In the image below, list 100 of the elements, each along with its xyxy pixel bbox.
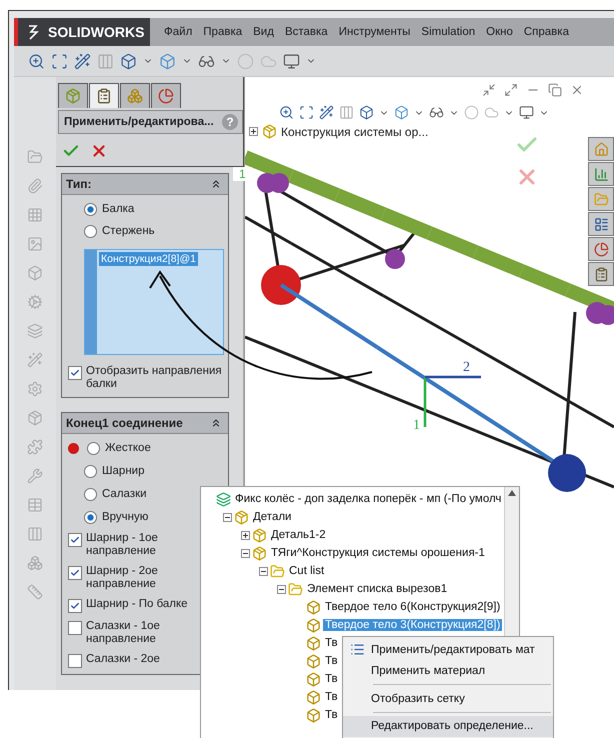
tree-item[interactable]: Конструкция системы ор... bbox=[281, 124, 428, 138]
beam bbox=[334, 188, 386, 220]
panel-tab[interactable] bbox=[58, 83, 88, 108]
monitor-icon[interactable] bbox=[519, 105, 534, 120]
tree-item[interactable]: Тв bbox=[323, 691, 340, 703]
checkmark-icon bbox=[70, 368, 80, 378]
checkbox[interactable] bbox=[68, 599, 82, 613]
expander-icon[interactable] bbox=[259, 566, 268, 576]
radio-button[interactable] bbox=[84, 224, 97, 238]
zoom-area-icon[interactable] bbox=[51, 52, 68, 70]
strut bbox=[428, 320, 476, 350]
paperclip-icon[interactable] bbox=[27, 178, 43, 194]
columns-icon[interactable] bbox=[339, 105, 354, 120]
beam bbox=[472, 246, 524, 278]
tile-right-icon[interactable] bbox=[504, 83, 518, 97]
node-sphere bbox=[261, 265, 301, 305]
menu-item[interactable]: Отобразить сетку bbox=[343, 688, 553, 710]
menu-item[interactable]: Инструменты bbox=[338, 26, 410, 38]
menu-item[interactable]: Применить/редактировать мат bbox=[343, 639, 553, 660]
zoom-icon[interactable] bbox=[279, 105, 294, 120]
tree-item[interactable]: Тв bbox=[323, 637, 340, 649]
tree-item[interactable]: Тв bbox=[323, 673, 340, 685]
feature-tab-icon bbox=[65, 88, 81, 104]
wand-icon[interactable] bbox=[319, 105, 334, 120]
tree-item[interactable]: Элемент списка вырезов1 bbox=[305, 583, 450, 595]
expander-icon[interactable] bbox=[241, 548, 250, 558]
folder-button[interactable] bbox=[588, 187, 614, 211]
tree-item[interactable]: Детали bbox=[251, 511, 294, 523]
zoom-icon[interactable] bbox=[28, 52, 45, 70]
checkbox-label: Шарнир - 2ое направление bbox=[86, 565, 159, 591]
panel-tab[interactable] bbox=[89, 83, 119, 108]
close-icon[interactable] bbox=[570, 83, 584, 97]
radio-button[interactable] bbox=[84, 510, 97, 524]
menu-item[interactable]: Правка bbox=[203, 26, 242, 38]
clipboard-button[interactable] bbox=[588, 262, 614, 286]
strut bbox=[475, 429, 522, 451]
beam bbox=[245, 150, 294, 182]
collapse-icon[interactable] bbox=[210, 417, 222, 429]
menu-item[interactable]: Справка bbox=[524, 26, 569, 38]
radio-label: Шарнир bbox=[102, 465, 145, 477]
zoom-area-icon[interactable] bbox=[299, 105, 314, 120]
radio-button[interactable] bbox=[84, 202, 97, 216]
glasses-icon[interactable] bbox=[429, 105, 444, 120]
expander-icon[interactable] bbox=[277, 584, 286, 594]
body-icon bbox=[306, 654, 321, 668]
menu-item[interactable]: Simulation bbox=[421, 26, 476, 38]
scroll-up-icon[interactable] bbox=[508, 490, 516, 496]
tree-item[interactable]: Тв bbox=[323, 655, 340, 667]
monitor-icon[interactable] bbox=[283, 52, 300, 70]
folder-icon bbox=[288, 582, 303, 596]
chart-button[interactable] bbox=[588, 162, 614, 186]
checkbox[interactable] bbox=[68, 533, 82, 547]
tree-item[interactable]: Твердое тело 6(Конструкция2[9]) bbox=[323, 601, 502, 613]
menu-item[interactable]: Вставка bbox=[284, 26, 328, 38]
menu-item[interactable]: Вид bbox=[253, 26, 274, 38]
checkbox[interactable] bbox=[68, 566, 82, 580]
menu-item[interactable]: Окно bbox=[486, 26, 513, 38]
radio-label: Стержень bbox=[102, 225, 155, 237]
tree-item[interactable]: Тв bbox=[323, 709, 340, 721]
panel-tab[interactable] bbox=[120, 83, 150, 108]
menu-item[interactable]: Файл bbox=[164, 26, 192, 38]
strut bbox=[312, 209, 356, 235]
box-icon[interactable] bbox=[394, 105, 409, 120]
tree-item[interactable]: ТЯги^Конструкция системы орошения-1 bbox=[269, 547, 487, 559]
strut bbox=[382, 294, 430, 324]
body-icon bbox=[306, 672, 321, 686]
folder-icon bbox=[270, 564, 285, 578]
checkbox-label: Отобразить направления балки bbox=[86, 365, 223, 391]
layout-button[interactable] bbox=[588, 212, 614, 236]
radio-button[interactable] bbox=[84, 464, 97, 478]
strut bbox=[245, 336, 292, 358]
box-icon[interactable] bbox=[359, 105, 374, 120]
restore-icon[interactable] bbox=[548, 83, 562, 97]
tile-left-icon[interactable] bbox=[482, 83, 496, 97]
box-icon[interactable] bbox=[120, 52, 137, 70]
wand-icon[interactable] bbox=[74, 52, 91, 70]
collapse-icon[interactable] bbox=[210, 178, 222, 190]
part-icon bbox=[262, 124, 277, 139]
expander-icon[interactable] bbox=[249, 127, 258, 136]
menu-item[interactable]: Применить материал bbox=[343, 660, 553, 682]
radio-button[interactable] bbox=[84, 488, 97, 500]
home-button[interactable] bbox=[588, 137, 614, 161]
tree-item[interactable]: Cut list bbox=[287, 565, 326, 577]
menu-item[interactable]: Редактировать определение... bbox=[343, 716, 553, 737]
tree-item[interactable]: Деталь1-2 bbox=[269, 529, 328, 541]
checkbox[interactable] bbox=[68, 366, 82, 380]
body-icon bbox=[306, 636, 321, 650]
checkbox[interactable] bbox=[68, 621, 82, 635]
pie-button[interactable] bbox=[588, 237, 614, 261]
expander-icon[interactable] bbox=[223, 512, 232, 522]
tree-item[interactable]: Фикс колёс - доп заделка поперёк - мп (-По умолч bbox=[233, 493, 504, 505]
radio-button[interactable] bbox=[87, 442, 100, 454]
checkbox[interactable] bbox=[68, 654, 82, 668]
panel-tab[interactable] bbox=[151, 83, 181, 108]
node-sphere bbox=[385, 249, 405, 269]
expander-icon[interactable] bbox=[241, 530, 250, 540]
strut bbox=[290, 354, 338, 376]
checkbox-label: Шарнир - 1ое направление bbox=[86, 532, 159, 558]
panel-title: Применить/редактирова... bbox=[64, 116, 214, 128]
body-icon bbox=[306, 690, 321, 704]
